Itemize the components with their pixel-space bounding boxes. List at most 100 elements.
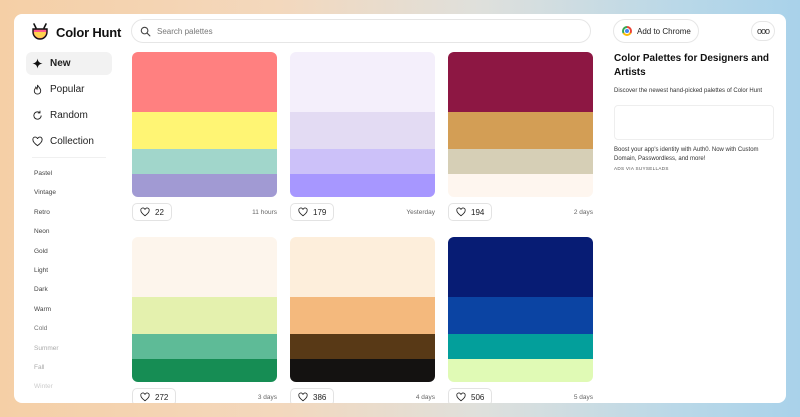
palette-time: 2 days — [573, 208, 593, 216]
palette-card: 194 2 days — [448, 52, 593, 221]
color-band[interactable] — [132, 52, 277, 112]
color-band[interactable] — [290, 174, 435, 197]
color-band[interactable] — [290, 52, 435, 112]
ad-text[interactable]: Boost your app's identity with Auth0. No… — [614, 146, 778, 163]
color-band[interactable] — [448, 237, 593, 297]
palette-footer: 506 5 days — [448, 388, 593, 403]
palette-swatch[interactable] — [290, 237, 435, 382]
color-band[interactable] — [132, 297, 277, 334]
search-input[interactable] — [157, 26, 557, 36]
palette-card: 272 3 days — [132, 237, 277, 403]
ad-via-label[interactable]: ADS VIA SUYSELLADS — [614, 166, 778, 171]
heart-icon — [298, 207, 308, 217]
nav-item-collection[interactable]: Collection — [26, 130, 112, 153]
like-button[interactable]: 179 — [290, 203, 335, 221]
color-band[interactable] — [290, 297, 435, 334]
heart-icon — [456, 392, 466, 402]
add-to-chrome-button[interactable]: Add to Chrome — [613, 19, 699, 43]
palette-card: 179 Yesterday — [290, 52, 435, 221]
palette-footer: 22 11 hours — [132, 203, 277, 221]
palette-card: 506 5 days — [448, 237, 593, 403]
tag-retro[interactable]: Retro — [26, 203, 112, 222]
tag-cold[interactable]: Cold — [26, 319, 112, 338]
heart-icon — [456, 207, 466, 217]
tag-warm[interactable]: Warm — [26, 300, 112, 319]
ad-image[interactable] — [614, 105, 774, 140]
palette-card: 22 11 hours — [132, 52, 277, 221]
palette-swatch[interactable] — [448, 52, 593, 197]
color-band[interactable] — [290, 237, 435, 297]
chrome-icon — [622, 26, 632, 36]
color-band[interactable] — [132, 112, 277, 149]
palette-swatch[interactable] — [290, 52, 435, 197]
color-band[interactable] — [132, 149, 277, 174]
palette-swatch[interactable] — [448, 237, 593, 382]
tag-vintage[interactable]: Vintage — [26, 183, 112, 202]
palette-footer: 272 3 days — [132, 388, 277, 403]
more-button[interactable]: ooo — [751, 21, 775, 41]
tag-summer[interactable]: Summer — [26, 339, 112, 358]
nav-label-new: New — [50, 58, 71, 69]
nav-label-popular: Popular — [50, 84, 85, 95]
palette-time: 3 days — [257, 393, 277, 401]
color-band[interactable] — [290, 334, 435, 359]
like-button[interactable]: 506 — [448, 388, 493, 403]
color-band[interactable] — [132, 334, 277, 359]
tag-winter[interactable]: Winter — [26, 377, 112, 396]
flame-icon — [33, 84, 42, 95]
color-band[interactable] — [448, 297, 593, 334]
palette-swatch[interactable] — [132, 52, 277, 197]
palette-footer: 386 4 days — [290, 388, 435, 403]
color-band[interactable] — [448, 52, 593, 112]
like-count: 179 — [313, 207, 327, 217]
nav-label-collection: Collection — [50, 136, 94, 147]
color-band[interactable] — [132, 359, 277, 382]
palette-swatch[interactable] — [132, 237, 277, 382]
palette-time: 4 days — [415, 393, 435, 401]
sparkle-icon — [32, 58, 43, 69]
color-band[interactable] — [132, 237, 277, 297]
logo-icon — [32, 23, 48, 40]
info-title: Color Palettes for Designers and Artists — [614, 53, 770, 78]
tag-light[interactable]: Light — [26, 261, 112, 280]
tag-gold[interactable]: Gold — [26, 242, 112, 261]
add-to-chrome-label: Add to Chrome — [637, 26, 691, 36]
nav-item-random[interactable]: Random — [26, 104, 112, 127]
color-band[interactable] — [448, 112, 593, 149]
like-count: 272 — [155, 392, 169, 402]
palette-footer: 179 Yesterday — [290, 203, 435, 221]
color-band[interactable] — [448, 359, 593, 382]
heart-icon — [140, 392, 150, 402]
color-band[interactable] — [290, 149, 435, 174]
heart-icon — [298, 392, 308, 402]
search-bar[interactable] — [131, 19, 591, 43]
palette-footer: 194 2 days — [448, 203, 593, 221]
color-band[interactable] — [132, 174, 277, 197]
color-band[interactable] — [448, 334, 593, 359]
logo[interactable]: Color Hunt — [30, 22, 121, 42]
color-band[interactable] — [448, 149, 593, 174]
color-band[interactable] — [290, 359, 435, 382]
like-button[interactable]: 386 — [290, 388, 335, 403]
like-button[interactable]: 272 — [132, 388, 177, 403]
heart-icon — [140, 207, 150, 217]
like-button[interactable]: 22 — [132, 203, 172, 221]
sidebar-divider — [32, 157, 106, 158]
color-band[interactable] — [290, 112, 435, 149]
palette-time: 11 hours — [252, 208, 277, 216]
sidebar: New Popular Random Collection Pastel Vin… — [26, 52, 112, 397]
like-button[interactable]: 194 — [448, 203, 493, 221]
app-window: Color Hunt Add to Chrome ooo New Popular — [14, 14, 786, 403]
color-band[interactable] — [448, 174, 593, 197]
more-icon: ooo — [756, 26, 770, 36]
tag-pastel[interactable]: Pastel — [26, 164, 112, 183]
tag-dark[interactable]: Dark — [26, 280, 112, 299]
nav-item-new[interactable]: New — [26, 52, 112, 75]
like-count: 22 — [155, 207, 164, 217]
tag-fall[interactable]: Fall — [26, 358, 112, 377]
nav-item-popular[interactable]: Popular — [26, 78, 112, 101]
like-count: 386 — [313, 392, 327, 402]
like-count: 506 — [471, 392, 485, 402]
tag-neon[interactable]: Neon — [26, 222, 112, 241]
palette-time: Yesterday — [406, 208, 435, 216]
